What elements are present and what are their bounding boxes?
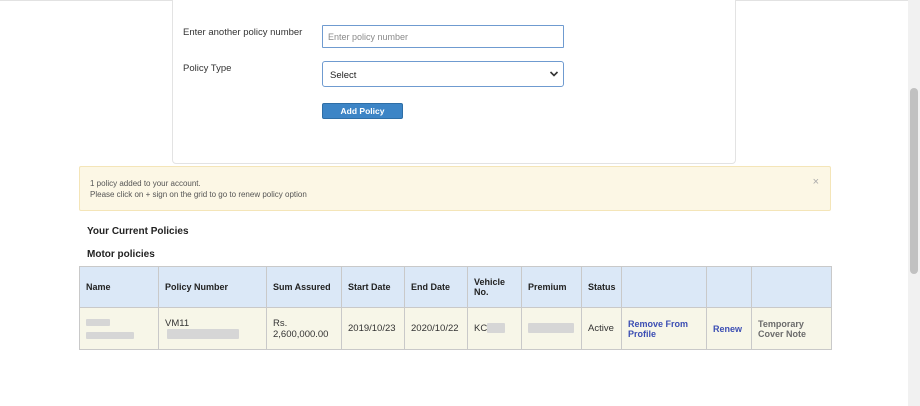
col-header: Policy Number [158, 266, 267, 308]
alert-message: 1 policy added to your account. [90, 179, 201, 188]
col-header: Sum Assured [266, 266, 342, 308]
policy-number-input[interactable] [322, 25, 564, 48]
table-row: VM11 Rs. 2,600,000.00 2019/10/23 2020/10… [79, 307, 832, 350]
remove-from-profile-link[interactable]: Remove From Profile [621, 307, 707, 350]
cell-start-date: 2019/10/23 [341, 307, 405, 350]
redacted-name [86, 331, 134, 339]
col-header [751, 266, 832, 308]
vehicle-prefix: KC [474, 323, 488, 334]
motor-policies-table: Name Policy Number Sum Assured Start Dat… [79, 266, 832, 350]
cell-sum-assured: Rs. 2,600,000.00 [266, 307, 342, 350]
col-header: Vehicle No. [467, 266, 522, 308]
redacted-policy-number [167, 328, 239, 339]
page-scrollbar[interactable] [908, 0, 920, 406]
success-alert: 1 policy added to your account. Please c… [79, 166, 831, 211]
redacted-premium [528, 323, 574, 334]
cell-policy-number: VM11 [158, 307, 267, 350]
cell-premium [521, 307, 582, 350]
col-header [706, 266, 752, 308]
redacted-vehicle-no [487, 323, 506, 334]
temporary-cover-note-link[interactable]: Temporary Cover Note [751, 307, 832, 350]
renew-link[interactable]: Renew [706, 307, 752, 350]
motor-policies-heading: Motor policies [87, 249, 155, 260]
table-header-row: Name Policy Number Sum Assured Start Dat… [79, 266, 832, 308]
col-header: Name [79, 266, 159, 308]
cell-name [79, 307, 159, 350]
chevron-down-icon [549, 71, 559, 77]
col-header [621, 266, 707, 308]
cell-status: Active [581, 307, 622, 350]
redacted-name [86, 319, 110, 327]
cell-vehicle-no: KC [467, 307, 522, 350]
policy-number-label: Enter another policy number [183, 27, 303, 38]
col-header: Status [581, 266, 622, 308]
close-icon[interactable]: × [813, 177, 819, 188]
policy-number-prefix: VM11 [165, 317, 190, 329]
add-policy-button[interactable]: Add Policy [322, 103, 403, 119]
col-header: Start Date [341, 266, 405, 308]
col-header: Premium [521, 266, 582, 308]
cell-end-date: 2020/10/22 [404, 307, 468, 350]
current-policies-heading: Your Current Policies [87, 226, 189, 237]
col-header: End Date [404, 266, 468, 308]
scrollbar-thumb[interactable] [910, 88, 918, 274]
policy-type-label: Policy Type [183, 63, 232, 74]
policy-type-value: Select [330, 70, 357, 81]
policy-type-select[interactable]: Select [322, 61, 564, 87]
alert-hint: Please click on + sign on the grid to go… [90, 190, 307, 199]
